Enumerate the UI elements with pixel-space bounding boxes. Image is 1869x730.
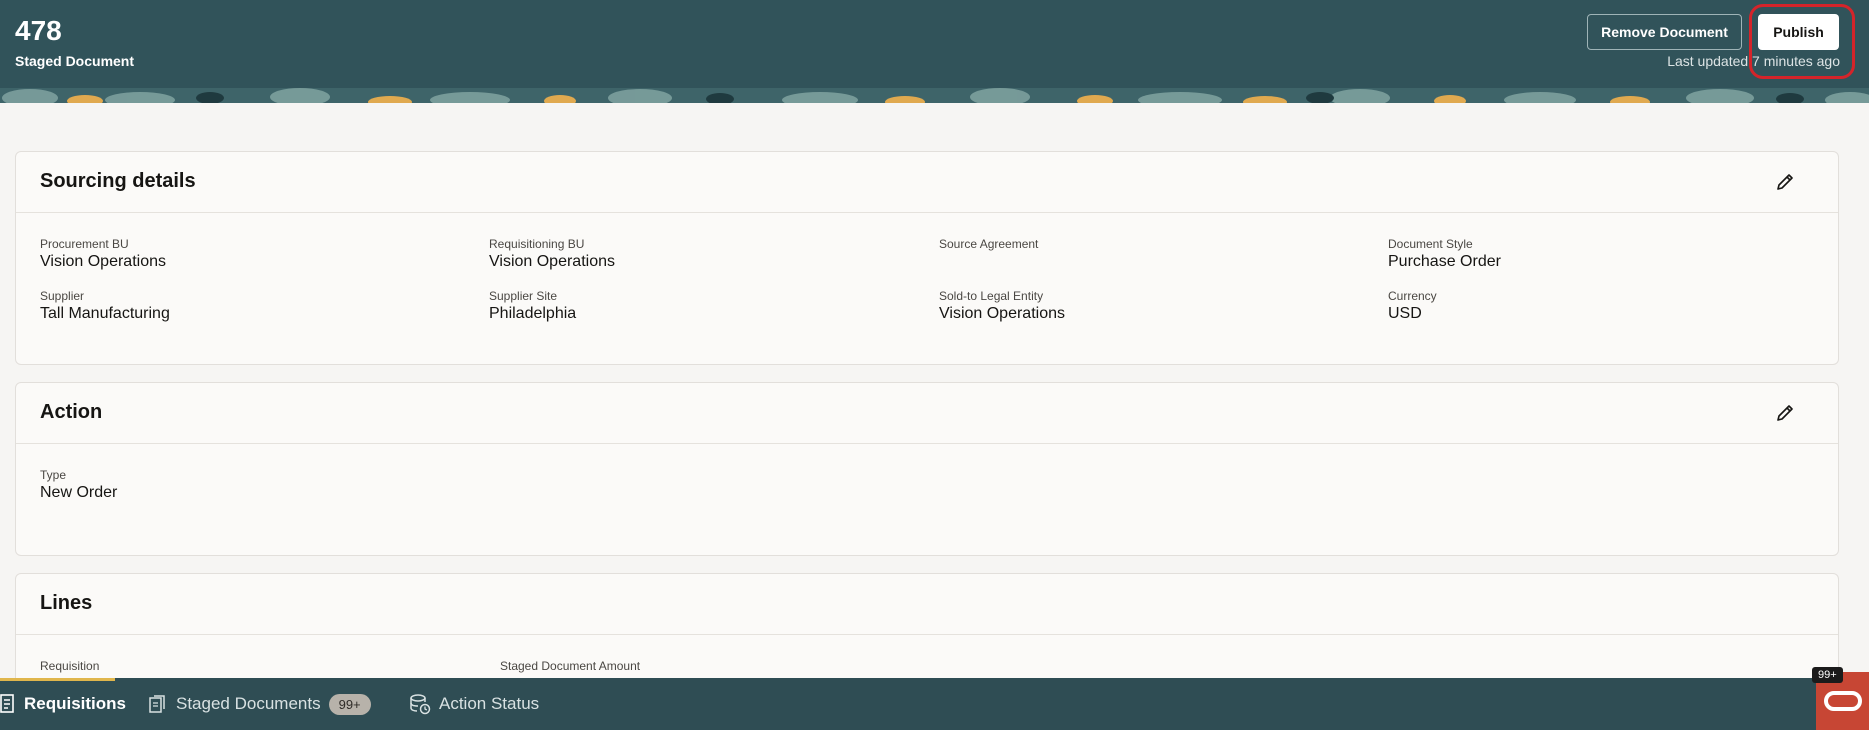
field-label: Requisition — [40, 659, 100, 673]
action-title: Action — [40, 401, 103, 423]
header-pattern — [0, 88, 1869, 103]
edit-action-button[interactable] — [1772, 400, 1798, 426]
sourcing-details-header: Sourcing details — [16, 152, 1838, 213]
field-procurement-bu: Procurement BU Vision Operations — [40, 237, 166, 271]
field-label: Document Style — [1388, 237, 1473, 251]
last-updated-text: Last updated 7 minutes ago — [1667, 53, 1840, 69]
field-requisition: Requisition — [40, 659, 99, 675]
oracle-logo-icon — [1823, 691, 1862, 711]
field-label: Source Agreement — [939, 237, 1039, 251]
document-number: 478 — [15, 15, 62, 46]
field-value: New Order — [40, 484, 118, 501]
document-type: Staged Document — [15, 53, 135, 69]
field-requisitioning-bu: Requisitioning BU Vision Operations — [489, 237, 615, 271]
field-supplier-site: Supplier Site Philadelphia — [489, 289, 576, 323]
field-label: Currency — [1388, 289, 1437, 303]
field-sold-to-legal-entity: Sold-to Legal Entity Vision Operations — [939, 289, 1065, 323]
field-label: Type — [40, 468, 67, 482]
action-card: Action Type New Order — [15, 382, 1839, 556]
action-status-icon — [410, 694, 431, 715]
field-staged-document-amount: Staged Document Amount — [500, 659, 640, 675]
count-badge: 99+ — [328, 693, 371, 715]
field-label: Staged Document Amount — [500, 659, 641, 673]
field-value: Philadelphia — [489, 305, 577, 322]
tab-staged-documents[interactable]: Staged Documents 99+ — [148, 678, 371, 730]
field-label: Procurement BU — [40, 237, 129, 251]
field-value: Purchase Order — [1388, 253, 1501, 270]
remove-document-button[interactable]: Remove Document — [1587, 14, 1742, 50]
page-header: 478 Staged Document Remove Document Publ… — [0, 0, 1869, 103]
action-header: Action — [16, 383, 1838, 444]
field-value: Vision Operations — [939, 305, 1065, 322]
field-label: Supplier — [40, 289, 85, 303]
tab-requisitions[interactable]: Requisitions — [0, 678, 126, 730]
document-list-icon — [0, 694, 14, 713]
field-label: Requisitioning BU — [489, 237, 585, 251]
edit-sourcing-button[interactable] — [1772, 169, 1798, 195]
bottom-navigation-bar: Requisitions Staged Documents 99+ Action… — [0, 678, 1869, 730]
field-type: Type New Order — [40, 468, 117, 502]
field-value: Vision Operations — [489, 253, 615, 270]
lines-header: Lines — [16, 574, 1838, 635]
field-source-agreement: Source Agreement — [939, 237, 1038, 253]
pencil-icon — [1777, 174, 1793, 190]
sourcing-details-card: Sourcing details Procurement BU Vision O… — [15, 151, 1839, 365]
field-label: Supplier Site — [489, 289, 558, 303]
field-supplier: Supplier Tall Manufacturing — [40, 289, 170, 323]
field-label: Sold-to Legal Entity — [939, 289, 1044, 303]
field-currency: Currency USD — [1388, 289, 1437, 323]
field-value: Tall Manufacturing — [40, 305, 170, 322]
tab-label: Staged Documents — [176, 694, 321, 713]
tab-label: Action Status — [439, 694, 540, 713]
field-value: USD — [1388, 305, 1422, 322]
pencil-icon — [1777, 405, 1793, 421]
staged-documents-icon — [149, 695, 165, 713]
field-document-style: Document Style Purchase Order — [1388, 237, 1501, 271]
lines-title: Lines — [40, 592, 93, 614]
tab-label: Requisitions — [24, 694, 127, 713]
field-value: Vision Operations — [40, 253, 166, 270]
publish-button[interactable]: Publish — [1758, 14, 1839, 50]
sourcing-details-title: Sourcing details — [40, 170, 196, 192]
notification-count-badge: 99+ — [1812, 667, 1843, 683]
tab-action-status[interactable]: Action Status — [409, 678, 539, 730]
